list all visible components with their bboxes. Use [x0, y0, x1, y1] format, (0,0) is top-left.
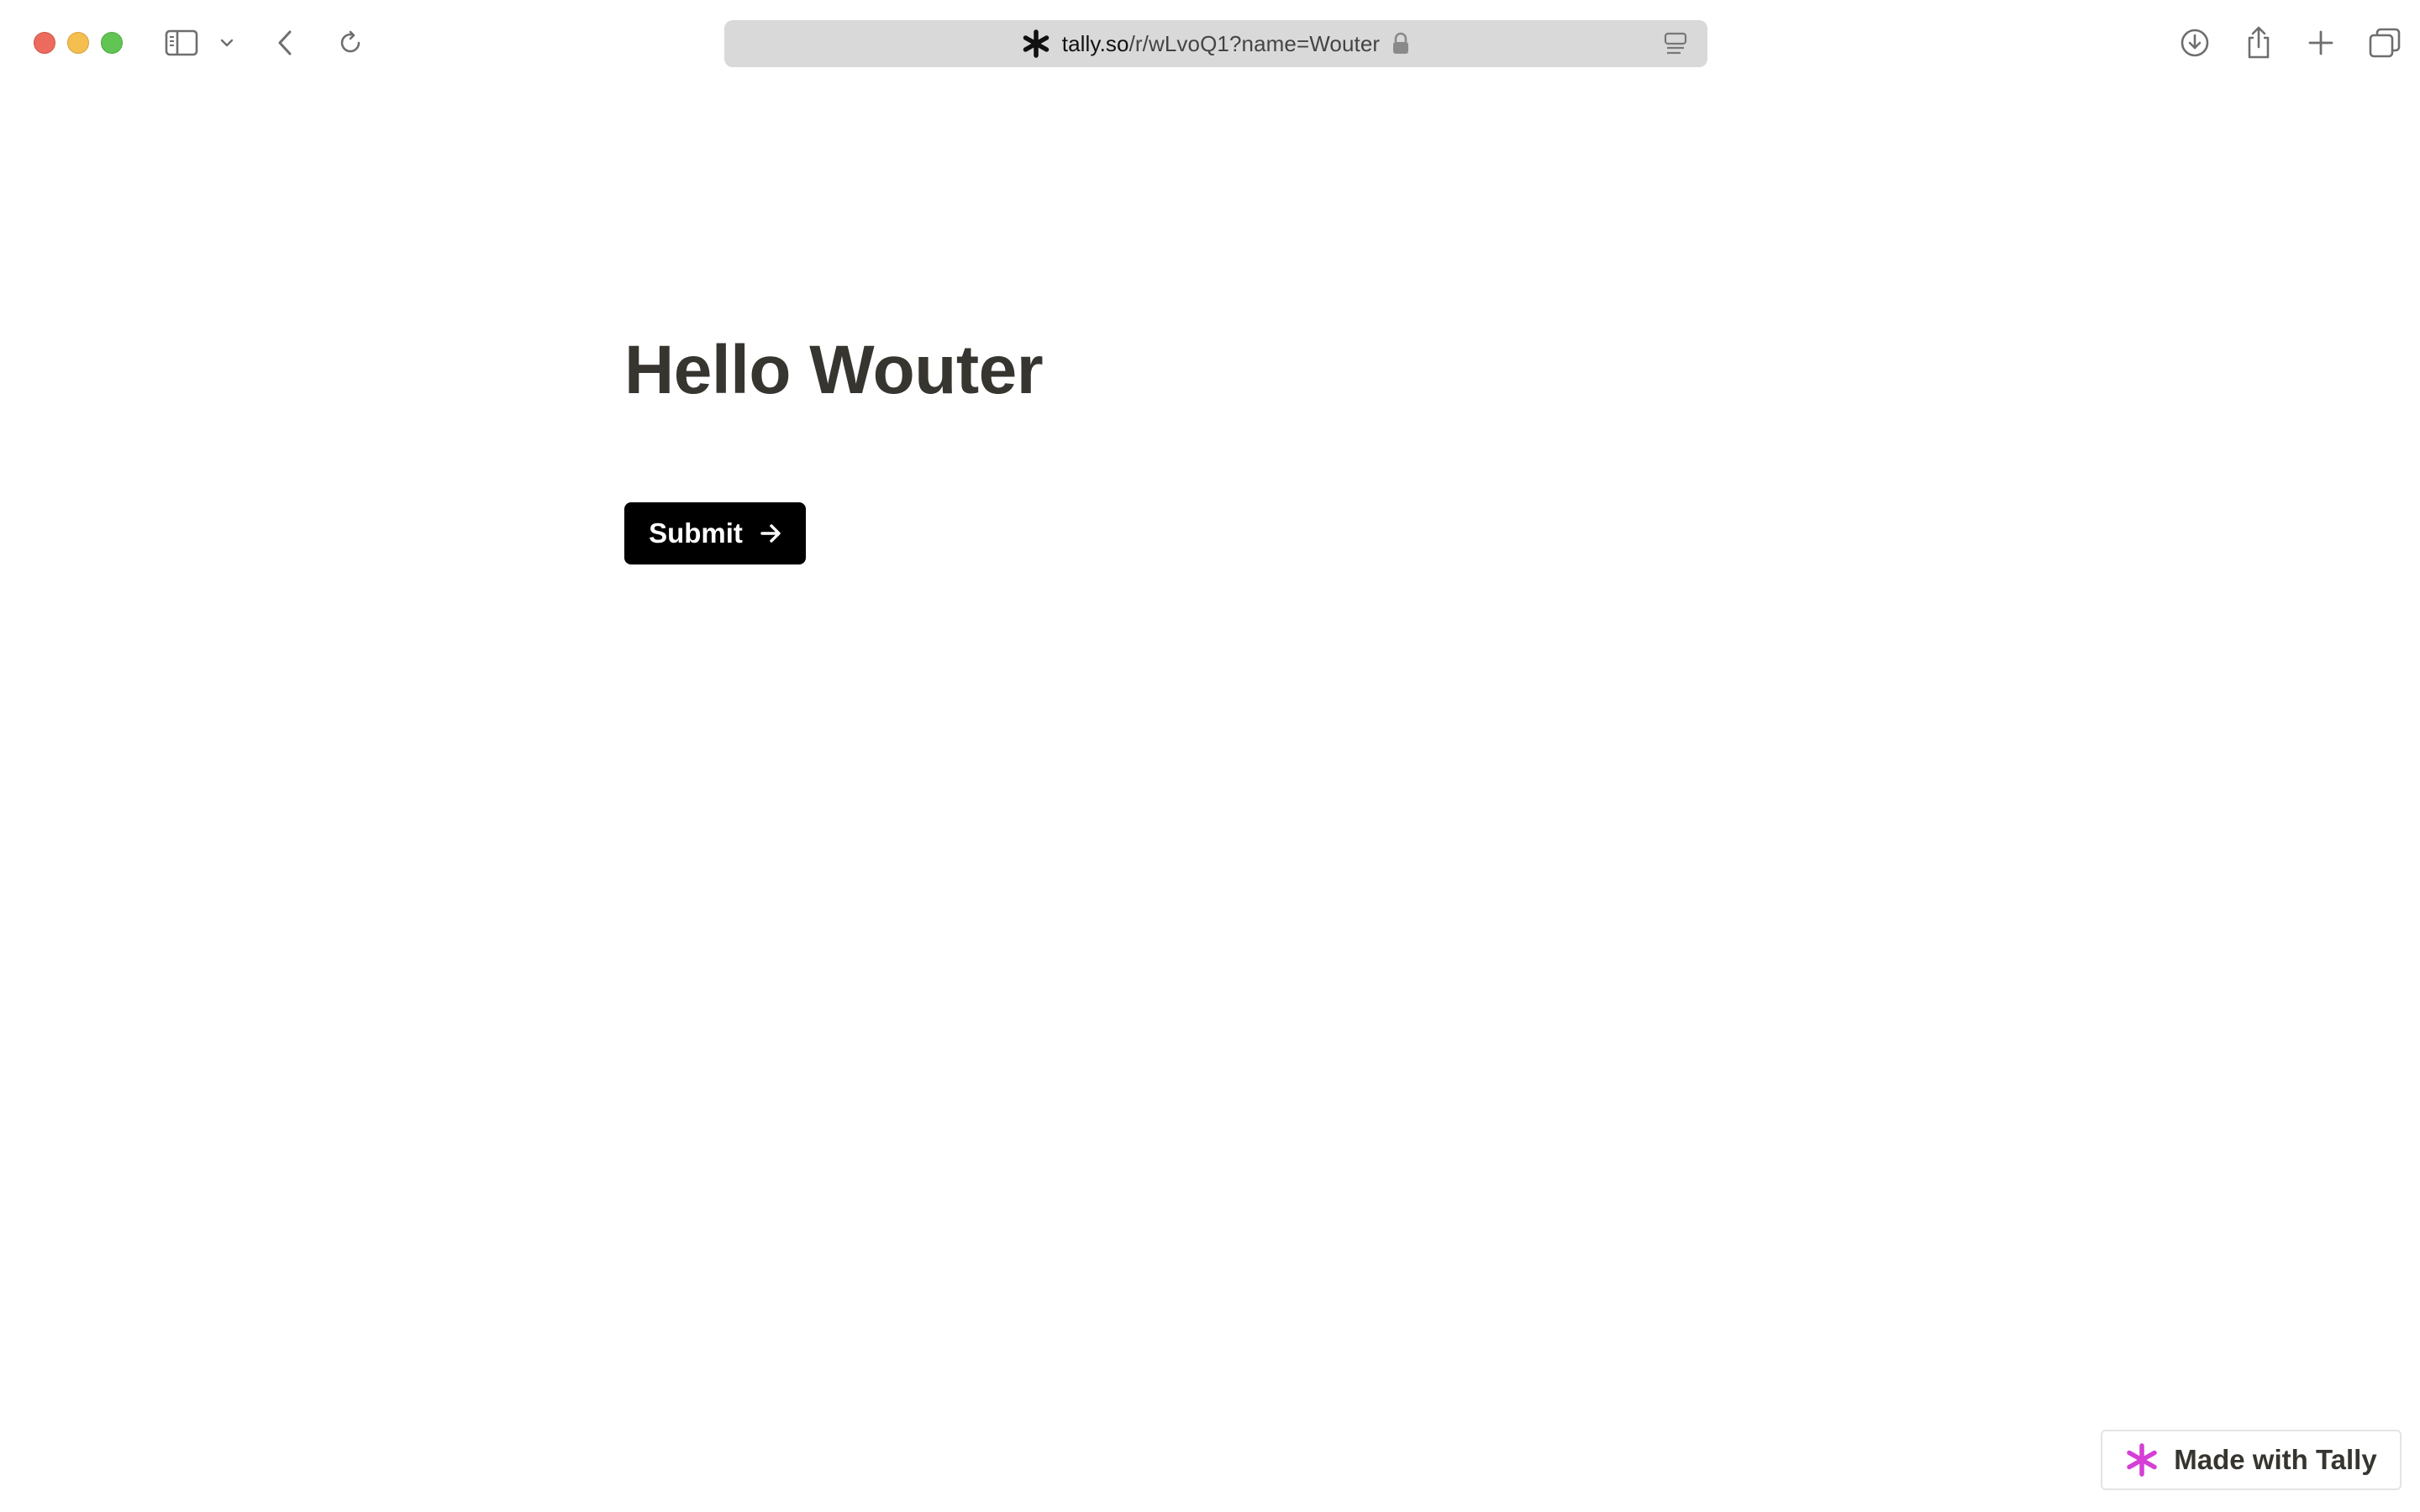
made-with-tally-badge[interactable]: Made with Tally	[2101, 1430, 2402, 1490]
share-icon[interactable]	[2242, 25, 2275, 60]
lock-icon	[1392, 32, 1410, 55]
chevron-down-icon[interactable]	[218, 25, 235, 60]
back-icon[interactable]	[274, 25, 296, 60]
address-bar[interactable]: tally.so/r/wLvoQ1?name=Wouter	[724, 20, 1707, 67]
submit-button[interactable]: Submit	[624, 502, 806, 564]
page-title: Hello Wouter	[624, 332, 1044, 408]
url-text: tally.so/r/wLvoQ1?name=Wouter	[1062, 31, 1380, 57]
arrow-right-icon	[760, 522, 781, 544]
reload-icon[interactable]	[336, 25, 365, 60]
maximize-window-button[interactable]	[101, 32, 123, 54]
tally-logo-icon	[2125, 1443, 2159, 1477]
url-path: /r/wLvoQ1?name=Wouter	[1128, 30, 1381, 56]
badge-label: Made with Tally	[2174, 1444, 2377, 1475]
sidebar-icon[interactable]	[163, 25, 200, 60]
download-icon[interactable]	[2178, 25, 2212, 60]
new-tab-icon[interactable]	[2306, 25, 2336, 60]
tabs-overview-icon[interactable]	[2368, 25, 2402, 60]
close-window-button[interactable]	[34, 32, 55, 54]
tally-favicon-icon	[1022, 29, 1050, 58]
url-domain: tally.so	[1061, 30, 1129, 56]
browser-toolbar: tally.so/r/wLvoQ1?name=Wouter	[0, 0, 2420, 87]
submit-label: Submit	[649, 517, 743, 549]
minimize-window-button[interactable]	[67, 32, 89, 54]
reader-icon[interactable]	[1664, 32, 1687, 60]
